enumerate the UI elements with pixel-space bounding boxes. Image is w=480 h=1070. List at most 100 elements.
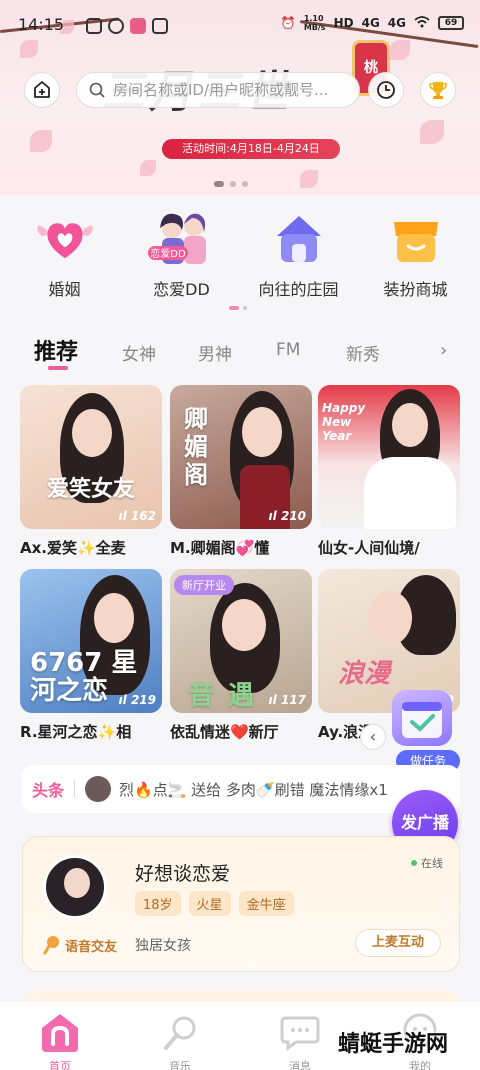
room-card[interactable]: Happy New Year ıl 129 仙女-人间仙境/ bbox=[318, 385, 460, 558]
avatar bbox=[85, 776, 112, 802]
user-tag: 火星 bbox=[188, 891, 231, 916]
headline-text: 烈🔥点🚬 送给 多肉🍼刷错 魔法情缘x1 bbox=[119, 780, 388, 799]
divider bbox=[74, 780, 76, 798]
add-button[interactable] bbox=[24, 72, 60, 108]
task-widget[interactable]: ‹ 做任务 bbox=[360, 690, 464, 772]
room-cover: 6767 星河之恋 ıl 219 bbox=[20, 569, 162, 713]
room-title: R.星河之恋✨相 bbox=[20, 723, 132, 741]
nav-label: 我的 bbox=[409, 1060, 431, 1070]
headline-tag: 头条 bbox=[32, 781, 65, 800]
category-pager bbox=[229, 306, 247, 310]
room-title: 依乱情迷❤️新厅 bbox=[170, 723, 279, 741]
room-card[interactable]: 爱笑女友 ıl 162 Ax.爱笑✨全麦 bbox=[20, 385, 162, 558]
pager-dot bbox=[229, 306, 239, 310]
notification-icon bbox=[86, 18, 102, 34]
portrait-face bbox=[222, 599, 266, 651]
calendar-check-icon bbox=[392, 690, 452, 746]
couple-illustration: 恋爱DD bbox=[142, 210, 222, 268]
category-love-dd[interactable]: 恋爱DD 恋爱DD bbox=[127, 210, 237, 300]
user-name: 好想谈恋爱 bbox=[135, 863, 231, 885]
tab-newcomer[interactable]: 新秀 bbox=[346, 340, 380, 365]
category-label: 恋爱DD bbox=[153, 280, 210, 299]
ranking-button[interactable] bbox=[420, 72, 456, 108]
active-tab-indicator bbox=[48, 366, 68, 370]
petal-decoration bbox=[300, 170, 318, 188]
status-bar: 14:15 ⏰ 1.10 MB/s HD 4G 4G 69 bbox=[0, 0, 480, 50]
room-cover-title: 浪漫 bbox=[338, 659, 391, 689]
activity-time-label: 活动时间:4月18日-4月24日 bbox=[162, 139, 340, 159]
house-icon bbox=[267, 210, 331, 268]
category-label: 婚姻 bbox=[48, 280, 81, 299]
listener-count: ıl 219 bbox=[118, 693, 156, 707]
room-cover-title: Happy New Year bbox=[322, 401, 366, 443]
room-card[interactable]: 卿媚阁 ıl 210 M.卿媚阁💞懂 bbox=[170, 385, 312, 558]
user-tag: 18岁 bbox=[135, 891, 181, 916]
listener-count: ıl 162 bbox=[118, 509, 156, 523]
nav-home[interactable]: 首页 bbox=[30, 1010, 90, 1070]
category-label: 装扮商城 bbox=[383, 280, 448, 299]
notification-icon bbox=[152, 18, 168, 34]
watermark: 蜻蜓手游网 bbox=[338, 1032, 449, 1057]
online-status: 在线 bbox=[411, 855, 443, 871]
avatar[interactable] bbox=[43, 855, 107, 919]
pager-dot bbox=[230, 181, 236, 187]
room-cover-title: 音遇 bbox=[188, 681, 269, 711]
user-description: 独居女孩 bbox=[135, 938, 191, 954]
voice-chat-label: 语音交友 bbox=[43, 935, 117, 955]
tabs-more-chevron-icon[interactable]: › bbox=[440, 340, 447, 361]
search-box[interactable] bbox=[76, 72, 360, 108]
search-input[interactable] bbox=[113, 81, 349, 99]
online-dot bbox=[411, 860, 417, 866]
user-tags: 18岁 火星 金牛座 bbox=[135, 891, 294, 916]
category-row: 婚姻 恋爱DD 恋爱DD 向往的庄园 装扮商城 bbox=[0, 210, 480, 300]
room-cover: 爱笑女友 ıl 162 bbox=[20, 385, 162, 529]
clock-icon bbox=[377, 81, 395, 99]
room-card[interactable]: 新厅开业 音遇 ıl 117 依乱情迷❤️新厅 bbox=[170, 569, 312, 742]
collapse-chevron-icon[interactable]: ‹ bbox=[360, 724, 386, 750]
category-manor[interactable]: 向往的庄园 bbox=[244, 210, 354, 300]
portrait-face bbox=[242, 407, 282, 457]
alarm-icon: ⏰ bbox=[280, 16, 296, 30]
pager-dot bbox=[214, 181, 224, 187]
nav-music[interactable]: 音乐 bbox=[150, 1010, 210, 1070]
chat-icon bbox=[280, 1016, 320, 1051]
heart-wings-icon bbox=[33, 210, 97, 268]
pager-dot bbox=[242, 181, 248, 187]
music-icon bbox=[164, 1016, 196, 1050]
microphone-icon bbox=[43, 936, 59, 955]
category-shop[interactable]: 装扮商城 bbox=[361, 210, 471, 300]
headline-ticker[interactable]: 头条 烈🔥点🚬 送给 多肉🍼刷错 魔法情缘x1 bbox=[22, 765, 460, 813]
category-label: 向往的庄园 bbox=[258, 280, 339, 299]
category-marriage[interactable]: 婚姻 bbox=[10, 210, 120, 300]
history-button[interactable] bbox=[368, 72, 404, 108]
room-title: Ax.爱笑✨全麦 bbox=[20, 539, 126, 557]
listener-count: ıl 117 bbox=[268, 693, 306, 707]
status-time: 14:15 bbox=[18, 15, 65, 34]
room-title: 仙女-人间仙境/ bbox=[318, 539, 420, 557]
room-cover: 卿媚阁 ıl 210 bbox=[170, 385, 312, 529]
room-tabs: 推荐 女神 男神 FM 新秀 › bbox=[0, 332, 480, 372]
join-mic-button[interactable]: 上麦互动 bbox=[355, 929, 441, 957]
new-room-badge: 新厅开业 bbox=[174, 575, 234, 595]
search-icon bbox=[89, 82, 105, 98]
nav-messages[interactable]: 消息 bbox=[270, 1010, 330, 1070]
tab-goddess[interactable]: 女神 bbox=[122, 340, 156, 365]
listener-count: ıl 129 bbox=[416, 509, 454, 523]
tab-recommend[interactable]: 推荐 bbox=[34, 334, 78, 366]
room-cover-title: 爱笑女友 bbox=[46, 477, 135, 502]
pager-dot bbox=[243, 306, 247, 310]
room-cover: 新厅开业 音遇 ıl 117 bbox=[170, 569, 312, 713]
trophy-icon bbox=[429, 82, 447, 99]
notification-icon bbox=[108, 18, 124, 34]
tab-fm[interactable]: FM bbox=[276, 340, 300, 360]
user-recommend-card[interactable]: 好想谈恋爱 在线 18岁 火星 金牛座 语音交友 独居女孩 上麦互动 bbox=[22, 836, 460, 972]
notification-icon bbox=[130, 18, 146, 34]
portrait-face bbox=[368, 591, 412, 645]
room-card[interactable]: 6767 星河之恋 ıl 219 R.星河之恋✨相 bbox=[20, 569, 162, 742]
love-dd-badge: 恋爱DD bbox=[150, 247, 186, 260]
petal-decoration bbox=[30, 130, 52, 152]
petal-decoration bbox=[420, 120, 444, 144]
tab-god[interactable]: 男神 bbox=[198, 340, 232, 365]
add-icon bbox=[34, 81, 50, 98]
portrait-face bbox=[72, 409, 112, 457]
